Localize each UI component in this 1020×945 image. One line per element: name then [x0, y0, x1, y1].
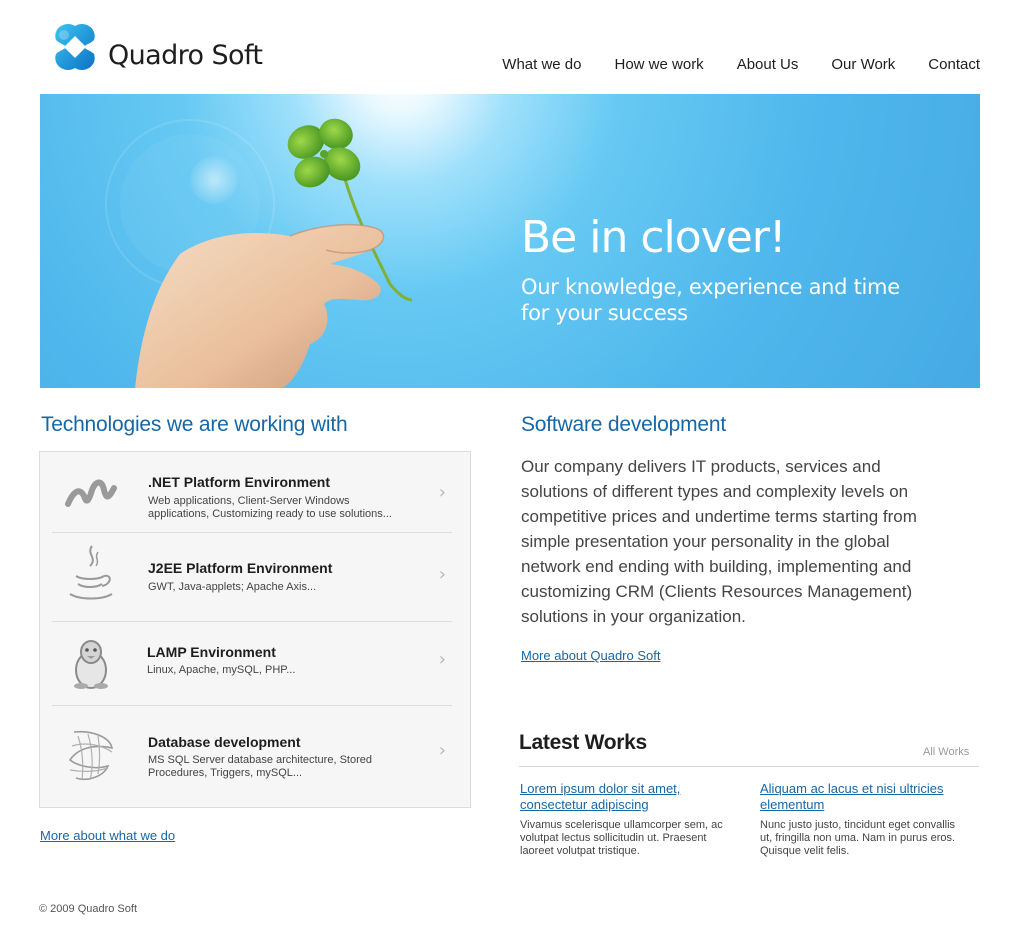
- tech-item-j2ee[interactable]: J2EE Platform Environment GWT, Java-appl…: [52, 532, 452, 622]
- tech-title: LAMP Environment: [147, 644, 276, 660]
- tech-description: Web applications, Client-Server Windows …: [148, 495, 392, 520]
- nav-what-we-do[interactable]: What we do: [502, 56, 581, 73]
- more-about-what-we-do-link[interactable]: More about what we do: [40, 828, 175, 843]
- nav-our-work[interactable]: Our Work: [831, 56, 895, 73]
- tech-title: Database development: [148, 734, 301, 750]
- divider: [519, 766, 979, 767]
- chevron-right-icon: ›: [438, 649, 446, 670]
- chevron-right-icon: ›: [438, 564, 446, 585]
- brand-name: Quadro Soft: [108, 39, 263, 71]
- nav-contact[interactable]: Contact: [928, 56, 980, 73]
- technologies-heading: Technologies we are working with: [41, 413, 348, 436]
- tech-description: Linux, Apache, mySQL, PHP...: [147, 664, 296, 676]
- software-description: Our company delivers IT products, servic…: [521, 457, 917, 626]
- sql-server-icon: [64, 726, 118, 786]
- technologies-list: .NET Platform Environment Web applicatio…: [39, 451, 471, 808]
- tech-item-lamp[interactable]: LAMP Environment Linux, Apache, mySQL, P…: [52, 622, 452, 706]
- tech-title: J2EE Platform Environment: [148, 560, 333, 576]
- software-heading: Software development: [521, 413, 726, 436]
- chevron-right-icon: ›: [438, 482, 446, 503]
- banner-subtitle: Our knowledge, experience and time for y…: [521, 275, 900, 325]
- logo-mark-icon: [50, 22, 100, 72]
- java-icon: [64, 544, 118, 604]
- nav-how-we-work[interactable]: How we work: [615, 56, 704, 73]
- work-item-desc-2: Nunc justo justo, tincidunt eget convall…: [760, 819, 956, 857]
- hand-with-clover-image: [105, 118, 413, 388]
- tech-description: GWT, Java-applets; Apache Axis...: [148, 581, 317, 593]
- tech-item-database[interactable]: Database development MS SQL Server datab…: [52, 706, 452, 806]
- all-works-link[interactable]: All Works: [923, 746, 969, 758]
- footer-copyright: © 2009 Quadro Soft: [39, 903, 138, 915]
- work-item-title-2[interactable]: Aliquam ac lacus et nisi ultricies eleme…: [760, 781, 970, 813]
- tech-description: MS SQL Server database architecture, Sto…: [148, 754, 372, 779]
- tech-item-dotnet[interactable]: .NET Platform Environment Web applicatio…: [52, 452, 452, 533]
- chevron-right-icon: ›: [438, 740, 446, 761]
- brand-logo[interactable]: Quadro Soft: [50, 22, 263, 72]
- banner-title: Be in clover!: [521, 212, 787, 263]
- nav-about-us[interactable]: About Us: [737, 56, 799, 73]
- work-item-title-1[interactable]: Lorem ipsum dolor sit amet, consectetur …: [520, 781, 730, 813]
- linux-penguin-icon: [64, 638, 118, 698]
- latest-works-heading: Latest Works: [519, 731, 647, 754]
- more-about-quadro-soft-link[interactable]: More about Quadro Soft: [521, 648, 660, 663]
- tech-title: .NET Platform Environment: [148, 474, 331, 490]
- hero-banner: Be in clover! Our knowledge, experience …: [40, 94, 980, 388]
- work-item-desc-1: Vivamus scelerisque ullamcorper sem, ac …: [520, 819, 723, 857]
- main-nav: What we do How we work About Us Our Work…: [502, 56, 980, 73]
- dotnet-icon: [64, 466, 118, 526]
